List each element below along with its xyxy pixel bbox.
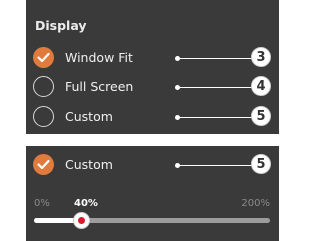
full-screen-label: Full Screen (65, 79, 134, 94)
callout-badge-5: 5 (251, 106, 271, 126)
checkmark-icon (37, 159, 50, 170)
slider-min-label: 0% (34, 198, 50, 209)
option-window-fit[interactable]: Window Fit 3 (33, 47, 273, 69)
zoom-slider-track[interactable] (34, 218, 270, 223)
window-fit-label: Window Fit (65, 50, 133, 65)
custom-scale-panel: Custom 5 0% 40% 200% (26, 146, 279, 241)
callout-line (178, 87, 254, 88)
display-section-title: Display (35, 18, 87, 33)
full-screen-radio[interactable] (33, 76, 54, 97)
custom-label: Custom (65, 157, 113, 172)
custom-label: Custom (65, 109, 113, 124)
display-options-panel: Display Window Fit 3 Full Screen 4 Custo… (26, 0, 279, 134)
callout-badge-5: 5 (251, 154, 271, 174)
option-custom[interactable]: Custom 5 (33, 106, 273, 128)
option-custom-selected[interactable]: Custom 5 (33, 154, 273, 176)
option-full-screen[interactable]: Full Screen 4 (33, 76, 273, 98)
callout-line (178, 165, 254, 166)
custom-radio-checked[interactable] (33, 154, 54, 175)
slider-max-label: 200% (241, 198, 270, 209)
checkmark-icon (37, 52, 50, 63)
window-fit-radio[interactable] (33, 47, 54, 68)
callout-line (178, 117, 254, 118)
zoom-slider-thumb[interactable] (72, 212, 90, 229)
slider-value-label: 40% (74, 198, 98, 209)
callout-line (178, 58, 254, 59)
callout-badge-3: 3 (251, 47, 271, 67)
custom-radio[interactable] (33, 106, 54, 127)
callout-badge-4: 4 (251, 76, 271, 96)
